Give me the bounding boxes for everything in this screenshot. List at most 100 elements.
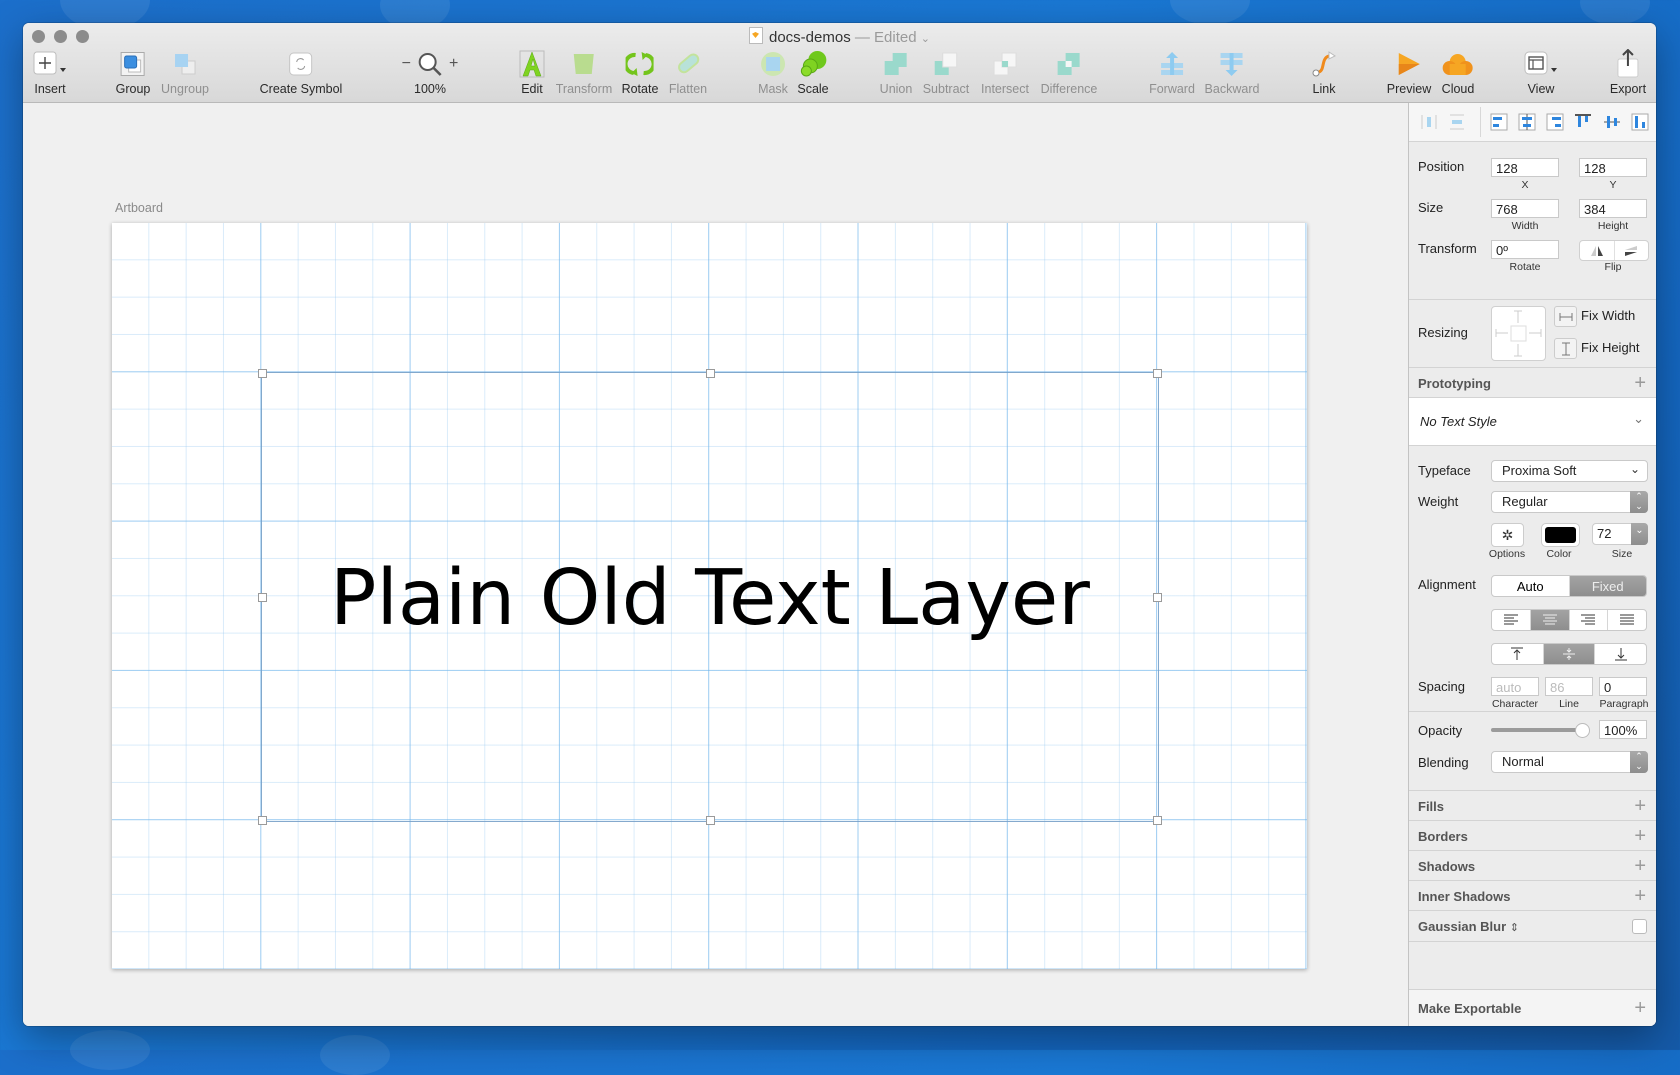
- canvas[interactable]: Artboard Plain Old Text Layer: [23, 103, 1408, 1026]
- gaussian-blur-checkbox[interactable]: [1632, 919, 1647, 934]
- toolbar-rotate-button[interactable]: Rotate: [622, 49, 658, 99]
- toolbar-subtract-button[interactable]: Subtract: [923, 49, 969, 99]
- toolbar-ungroup-button[interactable]: Ungroup: [161, 49, 209, 99]
- toolbar-intersect-button[interactable]: Intersect: [981, 49, 1029, 99]
- weight-select[interactable]: Regular ⌃ ⌄: [1491, 491, 1648, 513]
- text-align-justify-button[interactable]: [1608, 610, 1646, 630]
- toolbar-label: View: [1527, 82, 1555, 96]
- toolbar-cloud-button[interactable]: Cloud: [1442, 49, 1474, 99]
- toolbar-label: Mask: [758, 82, 788, 96]
- toolbar-insert-button[interactable]: Insert: [33, 49, 67, 99]
- gaussian-blur-section[interactable]: Gaussian Blur ⇕: [1409, 910, 1656, 942]
- toolbar-export-button[interactable]: Export: [1610, 49, 1646, 99]
- position-y-input[interactable]: 128: [1579, 158, 1647, 177]
- auto-width-button[interactable]: Auto: [1492, 576, 1570, 596]
- resize-handle-bottom-right[interactable]: [1153, 816, 1162, 825]
- resize-handle-top-right[interactable]: [1153, 369, 1162, 378]
- make-exportable-section[interactable]: Make Exportable +: [1409, 989, 1656, 1026]
- width-input[interactable]: 768: [1491, 199, 1559, 218]
- add-icon[interactable]: +: [1634, 373, 1646, 393]
- resizing-label: Resizing: [1418, 325, 1468, 340]
- wallpaper-shape: [320, 1035, 390, 1075]
- add-fill-icon[interactable]: +: [1634, 796, 1646, 816]
- resizing-control[interactable]: [1491, 306, 1546, 361]
- text-align-top-button[interactable]: [1492, 644, 1544, 664]
- resize-handle-bottom[interactable]: [706, 816, 715, 825]
- toolbar-scale-button[interactable]: Scale: [797, 49, 829, 99]
- align-center-horizontal-button[interactable]: [1515, 111, 1539, 133]
- text-align-right-button[interactable]: [1570, 610, 1609, 630]
- text-align-bottom-button[interactable]: [1595, 644, 1646, 664]
- toolbar-mask-button[interactable]: Mask: [758, 49, 788, 99]
- zoom-in-button[interactable]: +: [449, 55, 458, 73]
- text-options-button[interactable]: ✲: [1491, 523, 1524, 547]
- artboard-label[interactable]: Artboard: [115, 201, 163, 215]
- window-title[interactable]: docs-demos — Edited ⌄: [23, 27, 1656, 46]
- prototyping-section[interactable]: Prototyping +: [1409, 367, 1656, 398]
- flip-vertical-button[interactable]: [1615, 241, 1649, 260]
- align-middle-button[interactable]: [1600, 111, 1624, 133]
- font-size-combobox[interactable]: 72 ⌄: [1592, 523, 1648, 545]
- rotate-input[interactable]: 0º: [1491, 240, 1559, 259]
- opacity-slider[interactable]: [1491, 723, 1590, 738]
- wallpaper-shape: [1580, 0, 1650, 25]
- shadows-section[interactable]: Shadows +: [1409, 850, 1656, 881]
- toolbar-preview-button[interactable]: Preview: [1387, 49, 1431, 99]
- opacity-input[interactable]: 100%: [1599, 720, 1647, 739]
- toolbar-flatten-button[interactable]: Flatten: [669, 49, 707, 99]
- line-spacing-input[interactable]: 86: [1545, 677, 1593, 696]
- toolbar-label: Group: [115, 82, 151, 96]
- fixed-width-button[interactable]: Fixed: [1569, 576, 1646, 596]
- align-left-button[interactable]: [1486, 111, 1510, 133]
- fills-section[interactable]: Fills +: [1409, 790, 1656, 821]
- align-right-button[interactable]: [1543, 111, 1567, 133]
- text-color-well[interactable]: [1541, 523, 1580, 547]
- character-spacing-input[interactable]: auto: [1491, 677, 1539, 696]
- toolbar-backward-button[interactable]: Backward: [1205, 49, 1259, 99]
- toolbar-view-button[interactable]: View: [1524, 49, 1558, 99]
- toolbar-create-symbol-button[interactable]: Create Symbol: [260, 49, 342, 99]
- distribute-vertical-button[interactable]: [1445, 111, 1469, 133]
- typeface-select[interactable]: Proxima Soft ⌄: [1491, 460, 1648, 482]
- text-align-middle-button[interactable]: [1543, 644, 1596, 664]
- paragraph-spacing-input[interactable]: 0: [1599, 677, 1647, 696]
- resize-handle-bottom-left[interactable]: [258, 816, 267, 825]
- inspector-panel: Position 128 128 X Y Size 768 384 Width …: [1408, 103, 1656, 1026]
- height-input[interactable]: 384: [1579, 199, 1647, 218]
- text-align-left-button[interactable]: [1492, 610, 1531, 630]
- flip-horizontal-button[interactable]: [1580, 241, 1615, 260]
- toolbar-forward-button[interactable]: Forward: [1149, 49, 1195, 99]
- text-layer[interactable]: Plain Old Text Layer: [262, 556, 1158, 642]
- toolbar-group-button[interactable]: Group: [115, 49, 151, 99]
- opacity-slider-thumb[interactable]: [1575, 723, 1590, 738]
- fix-height-toggle[interactable]: [1554, 338, 1577, 359]
- borders-section[interactable]: Borders +: [1409, 820, 1656, 851]
- add-inner-shadow-icon[interactable]: +: [1634, 886, 1646, 906]
- resize-handle-top-left[interactable]: [258, 369, 267, 378]
- blending-select[interactable]: Normal ⌃ ⌄: [1491, 751, 1648, 773]
- toolbar-link-button[interactable]: Link: [1311, 49, 1337, 99]
- fix-width-toggle[interactable]: [1554, 306, 1577, 327]
- magnifier-icon[interactable]: [417, 51, 443, 77]
- zoom-out-button[interactable]: −: [402, 55, 411, 73]
- text-align-center-button[interactable]: [1530, 610, 1570, 630]
- text-style-picker[interactable]: No Text Style ⌄: [1409, 397, 1656, 446]
- gaussian-blur-label[interactable]: Gaussian Blur ⇕: [1418, 919, 1519, 934]
- add-shadow-icon[interactable]: +: [1634, 856, 1646, 876]
- align-bottom-button[interactable]: [1628, 111, 1652, 133]
- toolbar-difference-button[interactable]: Difference: [1041, 49, 1097, 99]
- resize-handle-top[interactable]: [706, 369, 715, 378]
- align-top-button[interactable]: [1571, 111, 1595, 133]
- toolbar-edit-button[interactable]: Edit: [519, 49, 545, 99]
- chevron-down-icon[interactable]: ⌄: [1631, 523, 1648, 545]
- add-export-icon[interactable]: +: [1634, 998, 1646, 1018]
- toolbar-label: Link: [1312, 82, 1336, 96]
- toolbar-transform-button[interactable]: Transform: [556, 49, 612, 99]
- text-layer-selection[interactable]: Plain Old Text Layer: [258, 369, 1162, 825]
- toolbar-union-button[interactable]: Union: [880, 49, 912, 99]
- position-x-input[interactable]: 128: [1491, 158, 1559, 177]
- distribute-horizontal-button[interactable]: [1417, 111, 1441, 133]
- add-border-icon[interactable]: +: [1634, 826, 1646, 846]
- artboard[interactable]: Plain Old Text Layer: [112, 223, 1307, 969]
- inner-shadows-section[interactable]: Inner Shadows +: [1409, 880, 1656, 911]
